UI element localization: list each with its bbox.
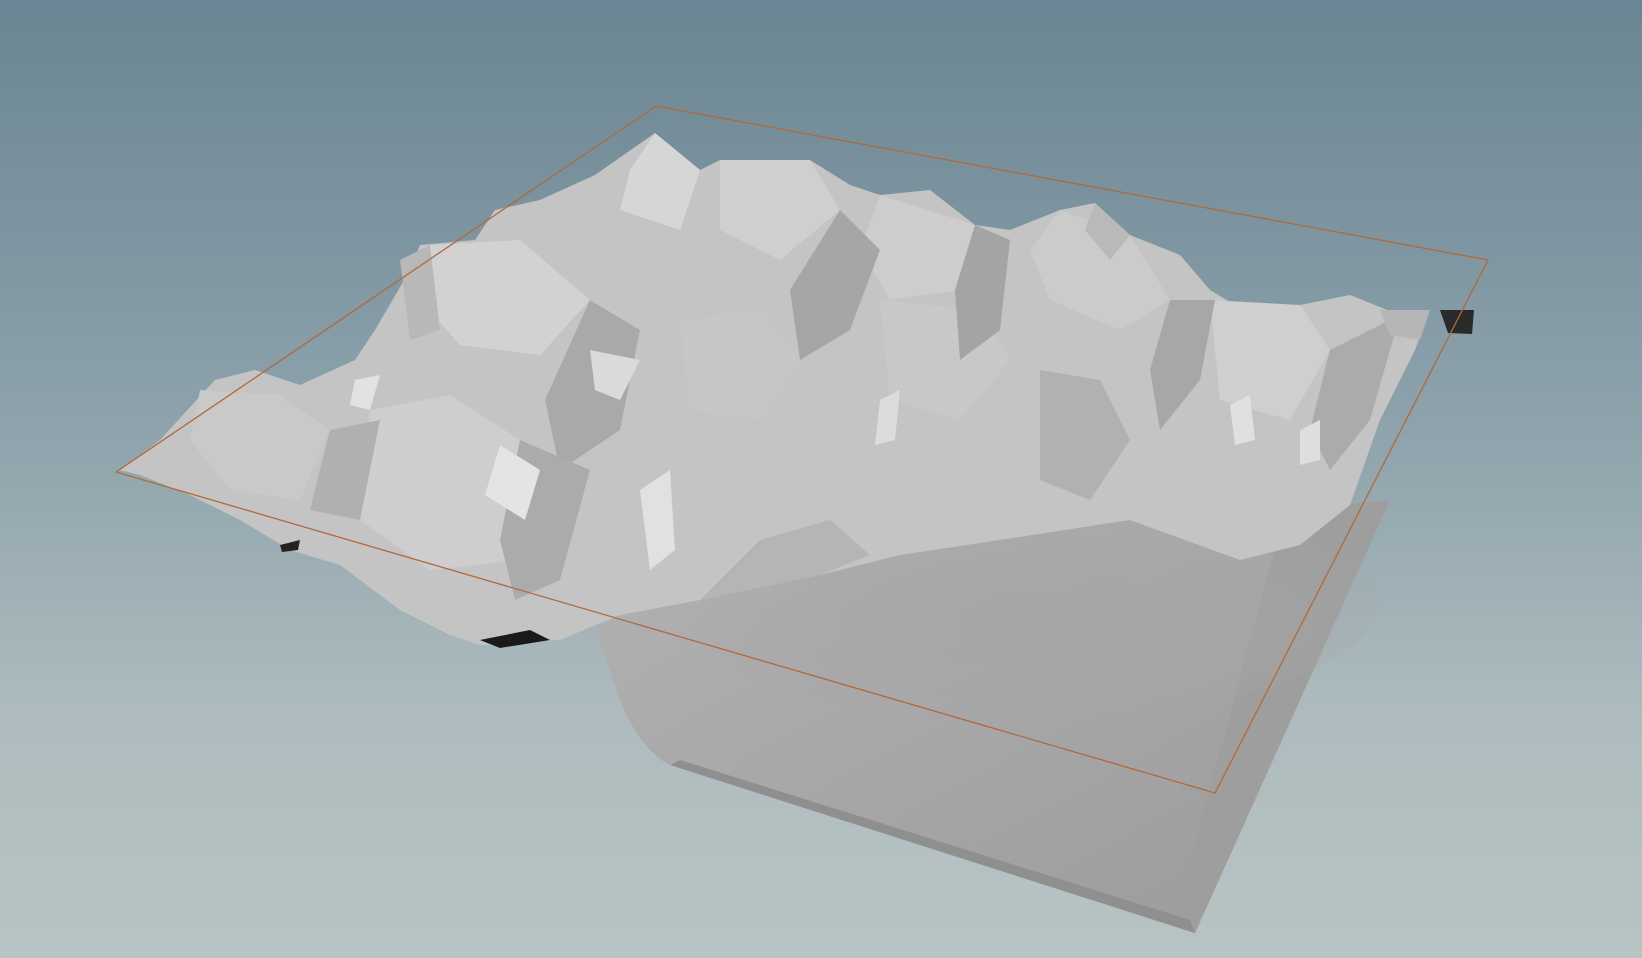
terrain-scene[interactable] (0, 0, 1642, 958)
3d-viewport[interactable] (0, 0, 1642, 958)
